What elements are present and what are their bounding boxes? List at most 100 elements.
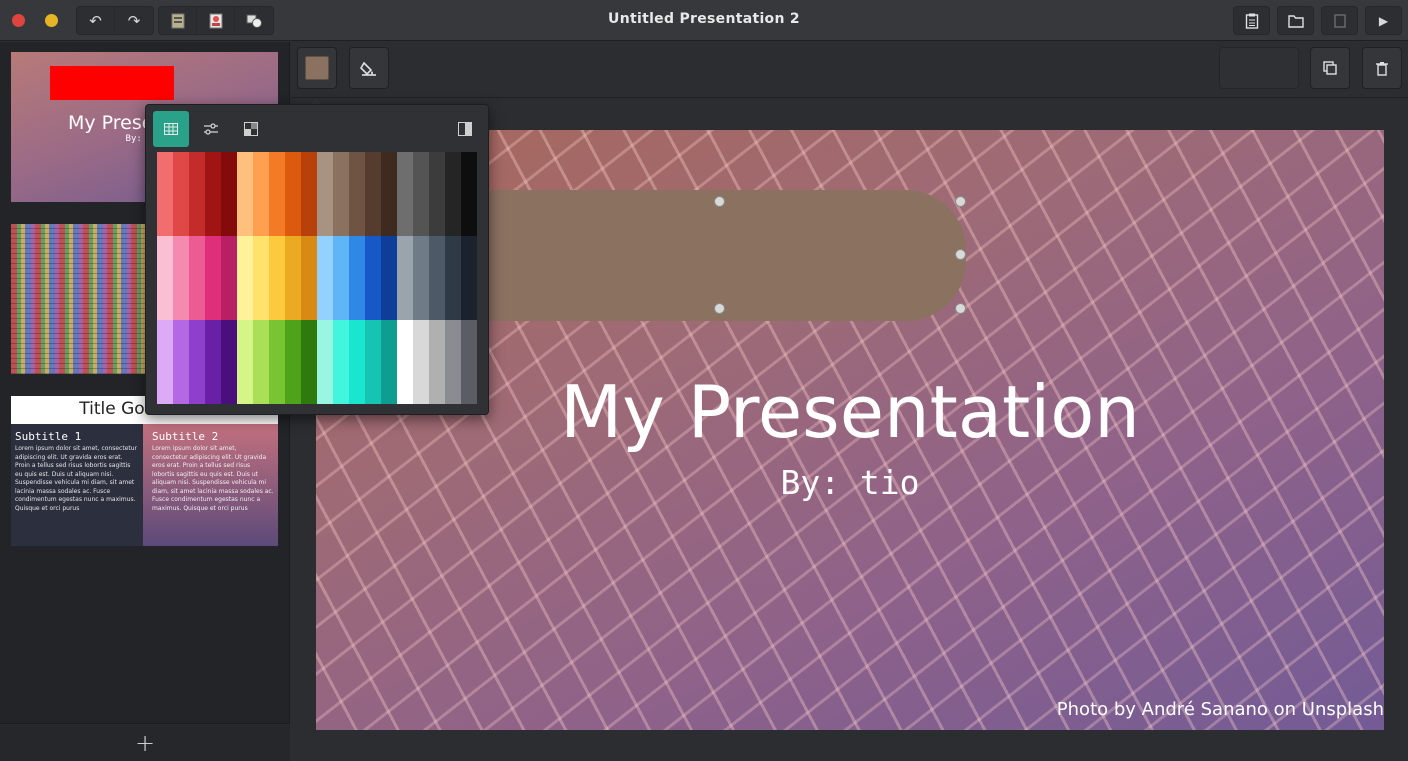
color-swatch[interactable] bbox=[461, 236, 477, 320]
open-button[interactable] bbox=[1277, 6, 1314, 35]
color-swatch[interactable] bbox=[205, 320, 221, 404]
add-icon: + bbox=[134, 728, 156, 757]
color-swatch[interactable] bbox=[205, 236, 221, 320]
color-swatch[interactable] bbox=[253, 236, 269, 320]
palette-tab[interactable] bbox=[153, 111, 189, 147]
bring-forward-button[interactable] bbox=[1219, 47, 1299, 89]
resize-handle-bottom-right[interactable] bbox=[955, 303, 966, 314]
color-swatch[interactable] bbox=[317, 152, 333, 236]
resize-handle-bottom[interactable] bbox=[714, 303, 725, 314]
color-swatch[interactable] bbox=[189, 320, 205, 404]
duplicate-button[interactable] bbox=[1310, 47, 1350, 89]
palette-grid-icon bbox=[164, 123, 178, 135]
color-swatch[interactable] bbox=[365, 320, 381, 404]
color-picker-popover bbox=[145, 104, 489, 415]
color-swatch[interactable] bbox=[461, 320, 477, 404]
color-swatch[interactable] bbox=[317, 320, 333, 404]
add-slide-button[interactable]: + bbox=[0, 723, 290, 761]
color-swatch[interactable] bbox=[173, 152, 189, 236]
color-swatch[interactable] bbox=[413, 320, 429, 404]
color-swatch[interactable] bbox=[333, 320, 349, 404]
color-swatch[interactable] bbox=[157, 236, 173, 320]
color-swatch[interactable] bbox=[365, 152, 381, 236]
color-swatch[interactable] bbox=[237, 152, 253, 236]
slide-subtitle[interactable]: By: tio bbox=[316, 463, 1384, 502]
duplicate-icon bbox=[1323, 61, 1337, 75]
color-swatch[interactable] bbox=[429, 236, 445, 320]
thumb3-col1-body: Lorem ipsum dolor sit amet, consectetur … bbox=[15, 445, 138, 512]
color-swatch[interactable] bbox=[445, 152, 461, 236]
notes-icon bbox=[1245, 13, 1258, 29]
color-swatch[interactable] bbox=[285, 236, 301, 320]
resize-handle-top-right[interactable] bbox=[955, 196, 966, 207]
color-swatch[interactable] bbox=[221, 236, 237, 320]
color-swatch[interactable] bbox=[349, 320, 365, 404]
color-swatch[interactable] bbox=[253, 152, 269, 236]
color-swatch[interactable] bbox=[365, 236, 381, 320]
color-swatch[interactable] bbox=[301, 152, 317, 236]
export-button[interactable] bbox=[1321, 6, 1358, 35]
current-color-swatch bbox=[305, 56, 329, 80]
color-swatch[interactable] bbox=[333, 152, 349, 236]
color-swatch[interactable] bbox=[445, 236, 461, 320]
fill-color-button[interactable] bbox=[297, 47, 337, 89]
color-swatch[interactable] bbox=[429, 152, 445, 236]
color-swatch[interactable] bbox=[173, 320, 189, 404]
color-swatch[interactable] bbox=[317, 236, 333, 320]
color-swatch[interactable] bbox=[285, 320, 301, 404]
color-swatch[interactable] bbox=[349, 152, 365, 236]
selected-shape[interactable] bbox=[436, 190, 966, 321]
thumb3-col2-title: Subtitle 2 bbox=[152, 430, 219, 443]
color-swatch[interactable] bbox=[269, 152, 285, 236]
slide-thumbnail-3[interactable]: Title Goes Here Subtitle 1 Lorem ipsum d… bbox=[11, 396, 278, 546]
color-swatch[interactable] bbox=[189, 236, 205, 320]
title-bar: ↶ ↷ Untitled Presentation 2 ▶ bbox=[0, 0, 1408, 41]
color-swatch[interactable] bbox=[333, 236, 349, 320]
color-swatch[interactable] bbox=[381, 236, 397, 320]
color-swatch[interactable] bbox=[269, 320, 285, 404]
color-swatch[interactable] bbox=[413, 236, 429, 320]
color-swatch[interactable] bbox=[269, 236, 285, 320]
delete-button[interactable] bbox=[1362, 47, 1402, 89]
color-swatch[interactable] bbox=[173, 236, 189, 320]
play-button[interactable]: ▶ bbox=[1365, 6, 1402, 35]
gradient-icon bbox=[244, 122, 258, 136]
transparency-toggle[interactable] bbox=[447, 111, 483, 147]
adjust-tab[interactable] bbox=[193, 111, 229, 147]
color-swatch[interactable] bbox=[205, 152, 221, 236]
color-swatch[interactable] bbox=[301, 236, 317, 320]
color-swatch[interactable] bbox=[221, 152, 237, 236]
color-swatch[interactable] bbox=[285, 152, 301, 236]
color-swatch[interactable] bbox=[349, 236, 365, 320]
color-swatch[interactable] bbox=[413, 152, 429, 236]
editor-toolbar bbox=[291, 42, 1408, 98]
palette-group bbox=[237, 152, 317, 404]
color-swatch[interactable] bbox=[189, 152, 205, 236]
notes-button[interactable] bbox=[1233, 6, 1270, 35]
color-swatch[interactable] bbox=[157, 152, 173, 236]
resize-handle-top[interactable] bbox=[714, 196, 725, 207]
thumb3-col2-body: Lorem ipsum dolor sit amet, consectetur … bbox=[152, 445, 274, 512]
color-swatch[interactable] bbox=[157, 320, 173, 404]
color-swatch[interactable] bbox=[221, 320, 237, 404]
photo-credit[interactable]: Photo by André Sanano on Unsplash bbox=[1057, 699, 1384, 720]
color-swatch[interactable] bbox=[397, 320, 413, 404]
color-swatch[interactable] bbox=[253, 320, 269, 404]
color-swatch[interactable] bbox=[429, 320, 445, 404]
border-button[interactable] bbox=[349, 47, 389, 89]
resize-handle-right[interactable] bbox=[955, 249, 966, 260]
color-swatch[interactable] bbox=[237, 236, 253, 320]
color-swatch[interactable] bbox=[445, 320, 461, 404]
color-palette-grid bbox=[157, 152, 477, 404]
color-swatch[interactable] bbox=[461, 152, 477, 236]
paint-bucket-icon bbox=[360, 61, 376, 76]
color-swatch[interactable] bbox=[381, 320, 397, 404]
color-swatch[interactable] bbox=[397, 236, 413, 320]
color-swatch[interactable] bbox=[397, 152, 413, 236]
color-swatch[interactable] bbox=[381, 152, 397, 236]
gradient-tab[interactable] bbox=[233, 111, 269, 147]
thumb3-col1-title: Subtitle 1 bbox=[15, 430, 82, 443]
color-swatch[interactable] bbox=[237, 320, 253, 404]
color-swatch[interactable] bbox=[301, 320, 317, 404]
palette-group bbox=[397, 152, 477, 404]
